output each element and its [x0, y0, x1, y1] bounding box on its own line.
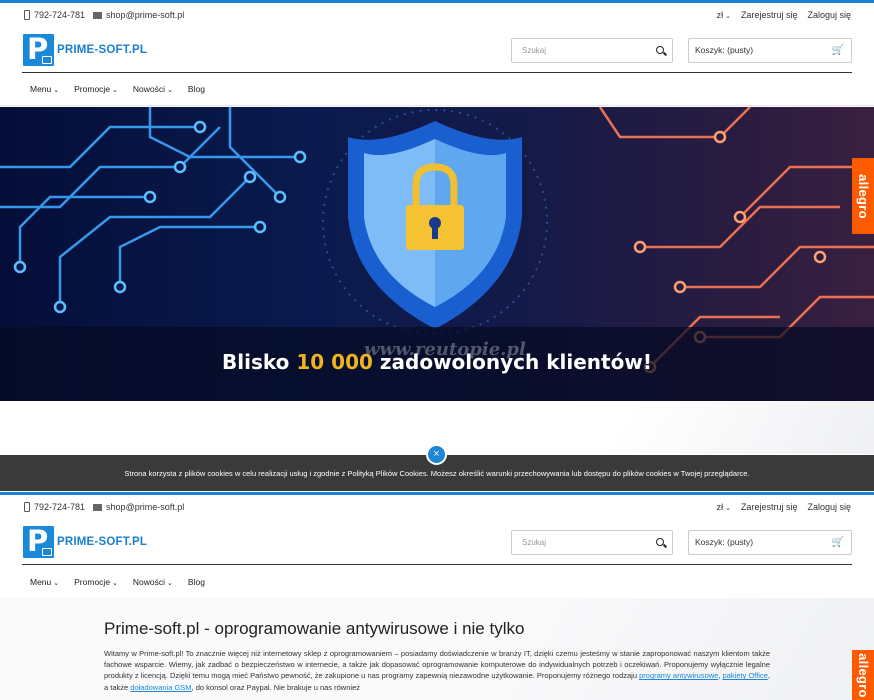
register-link[interactable]: Zarejestruj się [741, 10, 798, 20]
close-icon[interactable]: × [426, 444, 447, 465]
main-nav: Menu ⌄ Promocje ⌄ Nowości ⌄ Blog [0, 565, 874, 598]
nav-item-promocje[interactable]: Promocje ⌄ [74, 577, 118, 587]
caption-highlight: 10 000 [296, 350, 373, 374]
hero-caption: Blisko 10 000 zadowolonych klientów! [0, 350, 874, 374]
intro-text: , do konsol oraz Paypal. Nie brakuje u n… [191, 682, 360, 692]
logo-mark: P [23, 33, 54, 66]
chevron-down-icon: ⌄ [725, 505, 731, 512]
chevron-down-icon: ⌄ [112, 87, 118, 94]
logo-mark: P [23, 525, 54, 558]
search-placeholder: Szukaj [522, 537, 547, 547]
cart-label: Koszyk: [695, 537, 725, 547]
email-contact[interactable]: shop@prime-soft.pl [93, 502, 184, 512]
search-icon[interactable] [656, 46, 664, 54]
phone-icon [24, 502, 30, 512]
chevron-down-icon: ⌄ [167, 87, 173, 94]
site-logo[interactable]: P PRIME-SOFT.PL [23, 525, 148, 558]
top-bar: 792-724-781 shop@prime-soft.pl zł ⌄ Zarej… [0, 495, 874, 519]
chevron-down-icon: ⌄ [53, 87, 60, 94]
allegro-tab[interactable]: allegro [852, 650, 874, 700]
cart-icon: 🛒 [831, 44, 844, 56]
caption-text: zadowolonych klientów! [372, 350, 652, 374]
allegro-label: allegro [855, 652, 871, 698]
mail-icon [93, 503, 103, 511]
contact-info: 792-724-781 shop@prime-soft.pl [24, 10, 184, 20]
nav-item-nowosci[interactable]: Nowości ⌄ [133, 84, 173, 94]
email-address: shop@prime-soft.pl [106, 502, 185, 512]
cookie-text: Strona korzysta z plików cookies w celu … [124, 468, 750, 478]
currency-label: zł [716, 502, 724, 512]
cart-widget[interactable]: Koszyk: (pusty) 🛒 [688, 37, 852, 63]
nav-item-blog[interactable]: Blog [188, 577, 205, 587]
site-header: P PRIME-SOFT.PL Szukaj Koszyk: (pusty) 🛒 [0, 27, 874, 73]
login-link[interactable]: Zaloguj się [807, 502, 851, 512]
top-bar: 792-724-781 shop@prime-soft.pl zł ⌄ Zarej… [0, 3, 874, 27]
nav-label: Nowości [132, 84, 166, 94]
search-icon[interactable] [656, 538, 664, 546]
disc-icon [42, 548, 52, 556]
cart-widget[interactable]: Koszyk: (pusty) 🛒 [688, 529, 852, 555]
cart-label: Koszyk: [695, 45, 725, 55]
logo-text: PRIME-SOFT.PL [57, 536, 148, 548]
antivirus-link[interactable]: programy antywirusowe [639, 671, 718, 680]
main-nav: Menu ⌄ Promocje ⌄ Nowości ⌄ Blog [0, 73, 874, 106]
cart-status: (pusty) [727, 45, 754, 55]
chevron-down-icon: ⌄ [725, 13, 731, 20]
search-input[interactable]: Szukaj [511, 37, 673, 63]
nav-item-blog[interactable]: Blog [188, 84, 205, 94]
currency-label: zł [716, 10, 724, 20]
phone-icon [24, 10, 30, 20]
page-title: Prime-soft.pl - oprogramowanie antywirus… [104, 619, 525, 638]
gsm-topup-link[interactable]: doładowania GSM [130, 683, 191, 692]
chevron-down-icon: ⌄ [112, 579, 118, 587]
register-link[interactable]: Zarejestruj się [741, 502, 798, 512]
intro-paragraph: Witamy w Prime-soft.pl! To znacznie więc… [104, 648, 770, 693]
nav-item-nowosci[interactable]: Nowości ⌄ [133, 577, 173, 587]
nav-label: Nowości [132, 576, 166, 587]
contact-info: 792-724-781 shop@prime-soft.pl [24, 502, 184, 512]
disc-icon [42, 56, 52, 64]
phone-contact[interactable]: 792-724-781 [24, 10, 85, 20]
caption-text: Blisko [222, 350, 297, 374]
chevron-down-icon: ⌄ [167, 579, 173, 587]
account-links: zł ⌄ Zarejestruj się Zaloguj się [717, 10, 851, 20]
nav-label: Promocje [74, 576, 111, 587]
chevron-down-icon: ⌄ [53, 579, 60, 587]
nav-label: Menu [30, 84, 52, 94]
nav-item-menu[interactable]: Menu ⌄ [30, 577, 59, 587]
office-link[interactable]: pakiety Office [723, 671, 768, 680]
logo-text: PRIME-SOFT.PL [57, 44, 148, 56]
search-placeholder: Szukaj [522, 45, 547, 55]
site-logo[interactable]: P PRIME-SOFT.PL [23, 33, 148, 66]
allegro-label: allegro [855, 173, 871, 219]
phone-contact[interactable]: 792-724-781 [24, 502, 85, 512]
phone-number: 792-724-781 [34, 502, 86, 512]
nav-label: Promocje [74, 84, 111, 94]
currency-selector[interactable]: zł ⌄ [717, 10, 731, 20]
cart-icon: 🛒 [831, 536, 844, 548]
nav-label: Menu [30, 576, 52, 587]
site-header: P PRIME-SOFT.PL Szukaj Koszyk: (pusty) 🛒 [0, 519, 874, 565]
mail-icon [93, 11, 103, 19]
email-contact[interactable]: shop@prime-soft.pl [93, 10, 184, 20]
phone-number: 792-724-781 [34, 10, 86, 20]
search-input[interactable]: Szukaj [511, 529, 673, 555]
main-content: Prime-soft.pl - oprogramowanie antywirus… [0, 598, 874, 700]
allegro-tab[interactable]: allegro [852, 158, 874, 234]
nav-item-menu[interactable]: Menu ⌄ [30, 84, 59, 94]
sticky-header-copy: 792-724-781 shop@prime-soft.pl zł ⌄ Zarej… [0, 492, 874, 598]
hero-banner[interactable]: www.reutopie.pl Blisko 10 000 zadowolony… [0, 107, 874, 401]
cart-status: (pusty) [727, 537, 754, 547]
currency-selector[interactable]: zł ⌄ [717, 502, 731, 512]
email-address: shop@prime-soft.pl [106, 10, 185, 20]
nav-item-promocje[interactable]: Promocje ⌄ [74, 84, 118, 94]
account-links: zł ⌄ Zarejestruj się Zaloguj się [717, 502, 851, 512]
login-link[interactable]: Zaloguj się [807, 10, 851, 20]
